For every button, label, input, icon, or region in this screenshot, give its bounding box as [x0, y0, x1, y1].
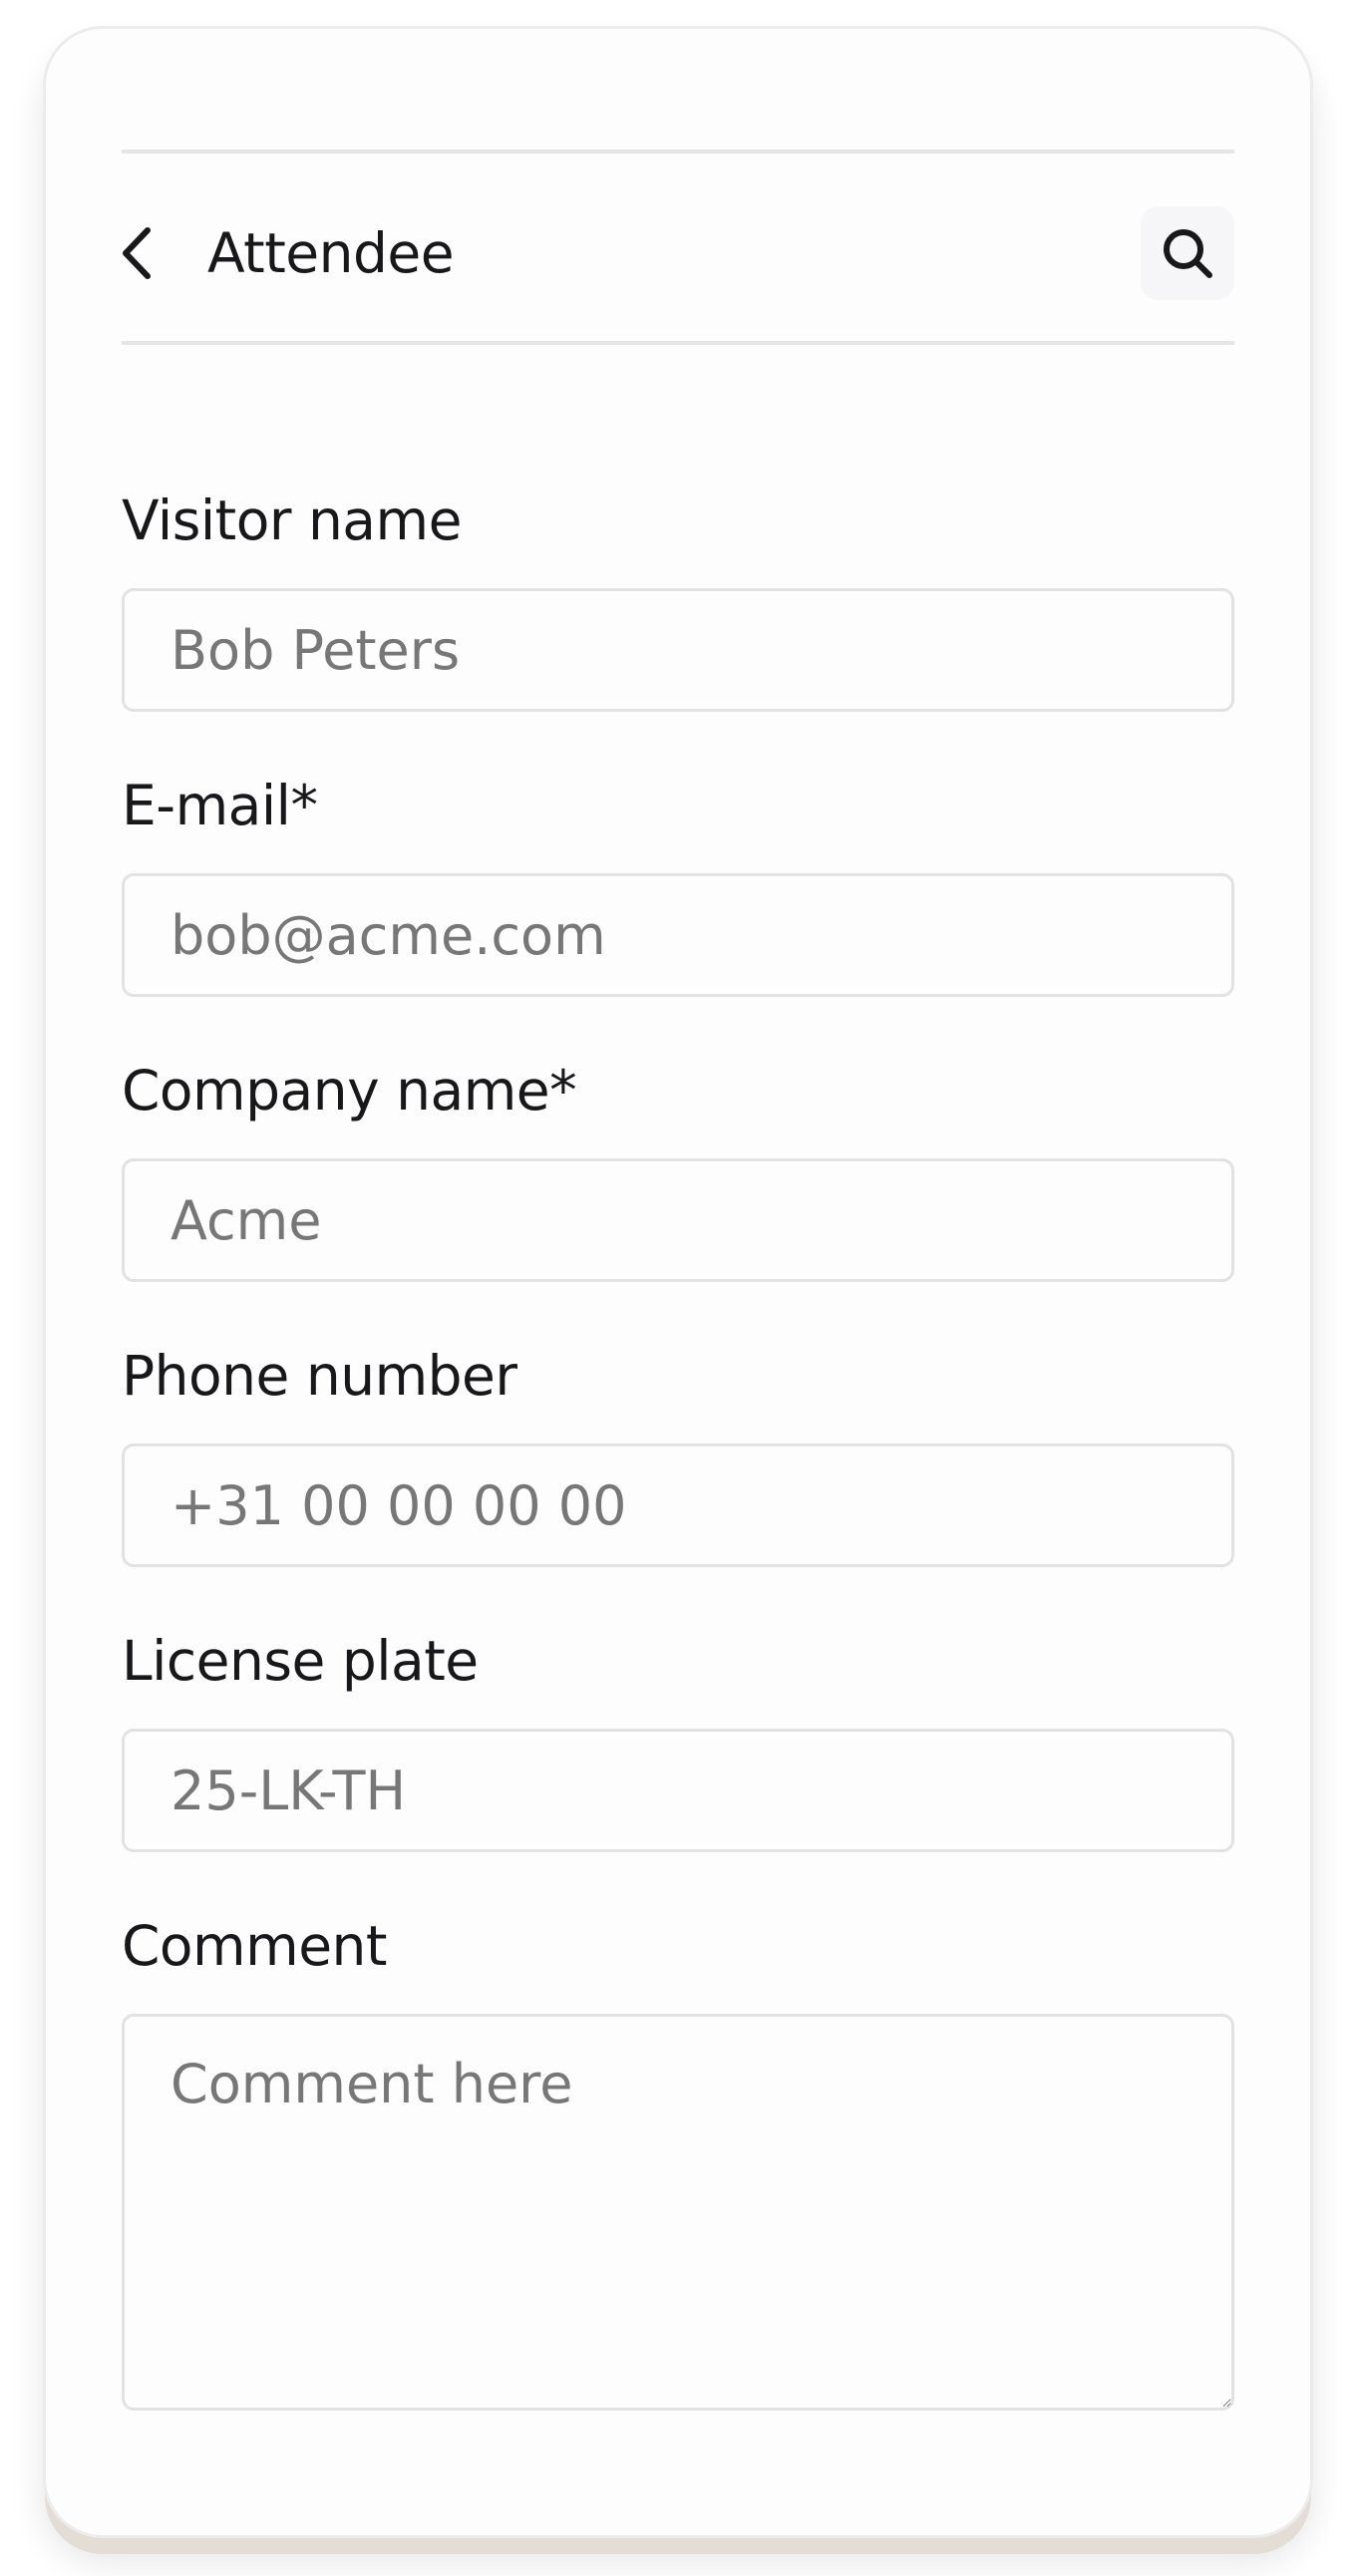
search-button[interactable]	[1141, 206, 1234, 300]
header-divider	[122, 341, 1234, 345]
visitor-name-label: Visitor name	[122, 488, 462, 552]
email-input[interactable]	[122, 873, 1234, 997]
comment-textarea[interactable]	[122, 2014, 1234, 2411]
page-header: Attendee	[122, 203, 1234, 303]
visitor-name-field: Visitor name	[122, 483, 1234, 712]
phone-number-input[interactable]	[122, 1444, 1234, 1567]
comment-field: Comment	[122, 1908, 1234, 2411]
back-button[interactable]	[122, 223, 164, 283]
phone-number-label: Phone number	[122, 1344, 517, 1408]
email-label: E-mail*	[122, 774, 318, 837]
page-title: Attendee	[207, 221, 455, 285]
visitor-name-input[interactable]	[122, 588, 1234, 712]
company-name-field: Company name*	[122, 1053, 1234, 1282]
license-plate-label: License plate	[122, 1629, 479, 1693]
top-divider	[122, 150, 1234, 154]
search-icon	[1164, 229, 1212, 278]
email-field: E-mail*	[122, 768, 1234, 997]
license-plate-input[interactable]	[122, 1729, 1234, 1852]
company-name-input[interactable]	[122, 1158, 1234, 1282]
attendee-card: Attendee Visitor name E-mail* Company na…	[43, 26, 1313, 2538]
license-plate-field: License plate	[122, 1623, 1234, 1852]
comment-label: Comment	[122, 1914, 387, 1978]
attendee-form: Visitor name E-mail* Company name* Phone…	[122, 483, 1234, 2411]
chevron-left-icon	[123, 227, 151, 279]
phone-number-field: Phone number	[122, 1338, 1234, 1567]
company-name-label: Company name*	[122, 1059, 577, 1123]
